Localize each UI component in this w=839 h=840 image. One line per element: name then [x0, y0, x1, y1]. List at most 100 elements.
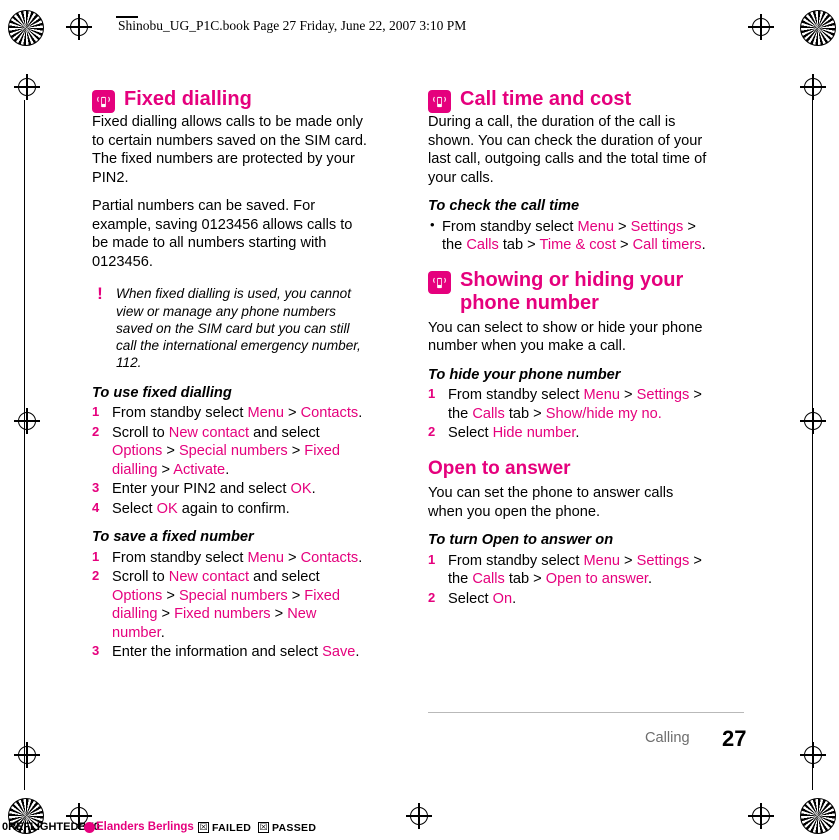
subsection-heading: To save a fixed number [92, 529, 254, 546]
subsection-heading: To hide your phone number [428, 366, 621, 383]
ui-path-token: Activate [173, 461, 226, 478]
step-text: tab > [504, 571, 546, 588]
ui-path-token: Show/hide my no. [545, 405, 662, 422]
ui-path-token: Menu [247, 405, 284, 422]
subsection-heading: To check the call time [428, 198, 580, 215]
ui-path-token: Menu [583, 552, 620, 569]
step-number: 1 [92, 548, 100, 564]
step-item: 2 Scroll to New contact and select Option… [92, 424, 372, 480]
step-text: . [160, 624, 165, 641]
step-text: again to confirm. [177, 500, 290, 517]
ui-path-token: Fixed numbers [174, 606, 271, 623]
step-text: > [162, 587, 179, 604]
ui-path-token: Options [112, 443, 163, 460]
step-number: 1 [428, 386, 436, 402]
section-title: Call time and cost [460, 88, 632, 110]
steps-list: 1 From standby select Menu > Settings > t… [428, 386, 708, 443]
step-text: tab > [504, 405, 546, 422]
step-item: 1 From standby select Menu > Contacts. [92, 404, 372, 423]
step-text: Enter your PIN2 and select [112, 481, 291, 498]
step-text: Scroll to [112, 569, 169, 586]
step-text: Scroll to [112, 424, 169, 441]
step-text: > [283, 405, 301, 422]
step-number: 3 [92, 643, 100, 659]
section-title: Fixed dialling [124, 88, 252, 110]
passed-label: PASSED [272, 822, 317, 834]
step-text: . [701, 237, 706, 254]
step-number: 2 [428, 424, 436, 440]
ui-path-token: Call timers [632, 237, 702, 254]
step-text: From standby select [442, 218, 578, 235]
ui-path-token: OK [156, 500, 178, 517]
ui-path-token: Special numbers [178, 443, 288, 460]
ui-path-token: Contacts [300, 549, 359, 566]
step-text: Enter the information and select [112, 644, 323, 661]
paragraph: You can set the phone to answer calls wh… [428, 485, 674, 520]
ui-path-token: On [492, 590, 513, 607]
step-text: . [358, 549, 363, 566]
ui-path-token: Contacts [300, 405, 359, 422]
step-number: 2 [428, 589, 436, 605]
step-text: . [358, 405, 363, 422]
step-text: Select [112, 500, 157, 517]
ui-path-token: Options [112, 587, 163, 604]
paragraph: You can select to show or hide your phon… [428, 319, 703, 355]
step-text: > [619, 552, 637, 569]
step-text: > [283, 549, 301, 566]
note-text: When fixed dialling is used, you cannot … [116, 286, 361, 371]
step-text: Select [448, 425, 493, 442]
ui-path-token: OK [290, 481, 312, 498]
step-item: 2 Select On. [428, 590, 708, 609]
footer-rule [428, 712, 744, 713]
paragraph: During a call, the duration of the call … [428, 114, 707, 186]
ui-path-token: Menu [577, 218, 614, 235]
bullet-item: From standby select Menu > Settings > th… [428, 217, 708, 255]
page-content: Fixed dialling Fixed dialling allows cal… [0, 0, 839, 840]
ui-path-token: Calls [472, 405, 505, 422]
step-text: > [616, 237, 633, 254]
phone-signal-icon [92, 90, 115, 113]
elanders-company-label: Elanders Berlings [96, 821, 194, 833]
step-text: > [619, 387, 637, 404]
step-text: > [287, 443, 305, 460]
ui-path-token: Calls [466, 237, 499, 254]
ui-path-token: Time & cost [539, 237, 617, 254]
ui-path-token: Settings [636, 387, 690, 404]
section-call-time-and-cost: Call time and cost [428, 88, 708, 113]
warning-note: ! When fixed dialling is used, you canno… [92, 285, 372, 371]
footer-page-number: 27 [722, 726, 747, 751]
step-text: > [157, 606, 175, 623]
step-text: > [162, 443, 179, 460]
subsection-heading: To use fixed dialling [92, 384, 232, 401]
step-item: 1 From standby select Menu > Settings > t… [428, 552, 708, 589]
footer-chapter: Calling [645, 730, 690, 746]
step-text: From standby select [112, 549, 248, 566]
ui-path-token: New contact [168, 424, 250, 441]
step-text: and select [249, 424, 320, 441]
ui-path-token: Calls [472, 571, 505, 588]
step-text: From standby select [448, 552, 584, 569]
step-number: 4 [92, 499, 100, 515]
step-text: > [157, 461, 174, 478]
step-item: 4 Select OK again to confirm. [92, 500, 372, 519]
ui-path-token: New contact [168, 569, 250, 586]
step-text: > [287, 587, 305, 604]
passed-checkbox[interactable]: ☒ [258, 822, 269, 833]
ui-path-token: Menu [247, 549, 284, 566]
phone-signal-icon [428, 90, 451, 113]
failed-label: FAILED [212, 822, 252, 834]
step-number: 2 [92, 423, 100, 439]
section-title-open-to-answer: Open to answer [428, 457, 571, 479]
step-item: 2 Scroll to New contact and select Option… [92, 568, 372, 642]
step-text: tab > [498, 237, 540, 254]
left-column: Fixed dialling Fixed dialling allows cal… [92, 88, 372, 663]
step-text: . [512, 590, 517, 607]
step-text: > [270, 606, 288, 623]
step-text: . [648, 571, 653, 588]
failed-checkbox[interactable]: ☒ [198, 822, 209, 833]
step-item: 1 From standby select Menu > Settings > t… [428, 386, 708, 423]
step-text: Select [448, 590, 493, 607]
step-text: . [311, 481, 316, 498]
ui-path-token: Hide number [492, 425, 576, 442]
steps-list: 1 From standby select Menu > Settings > t… [428, 552, 708, 609]
